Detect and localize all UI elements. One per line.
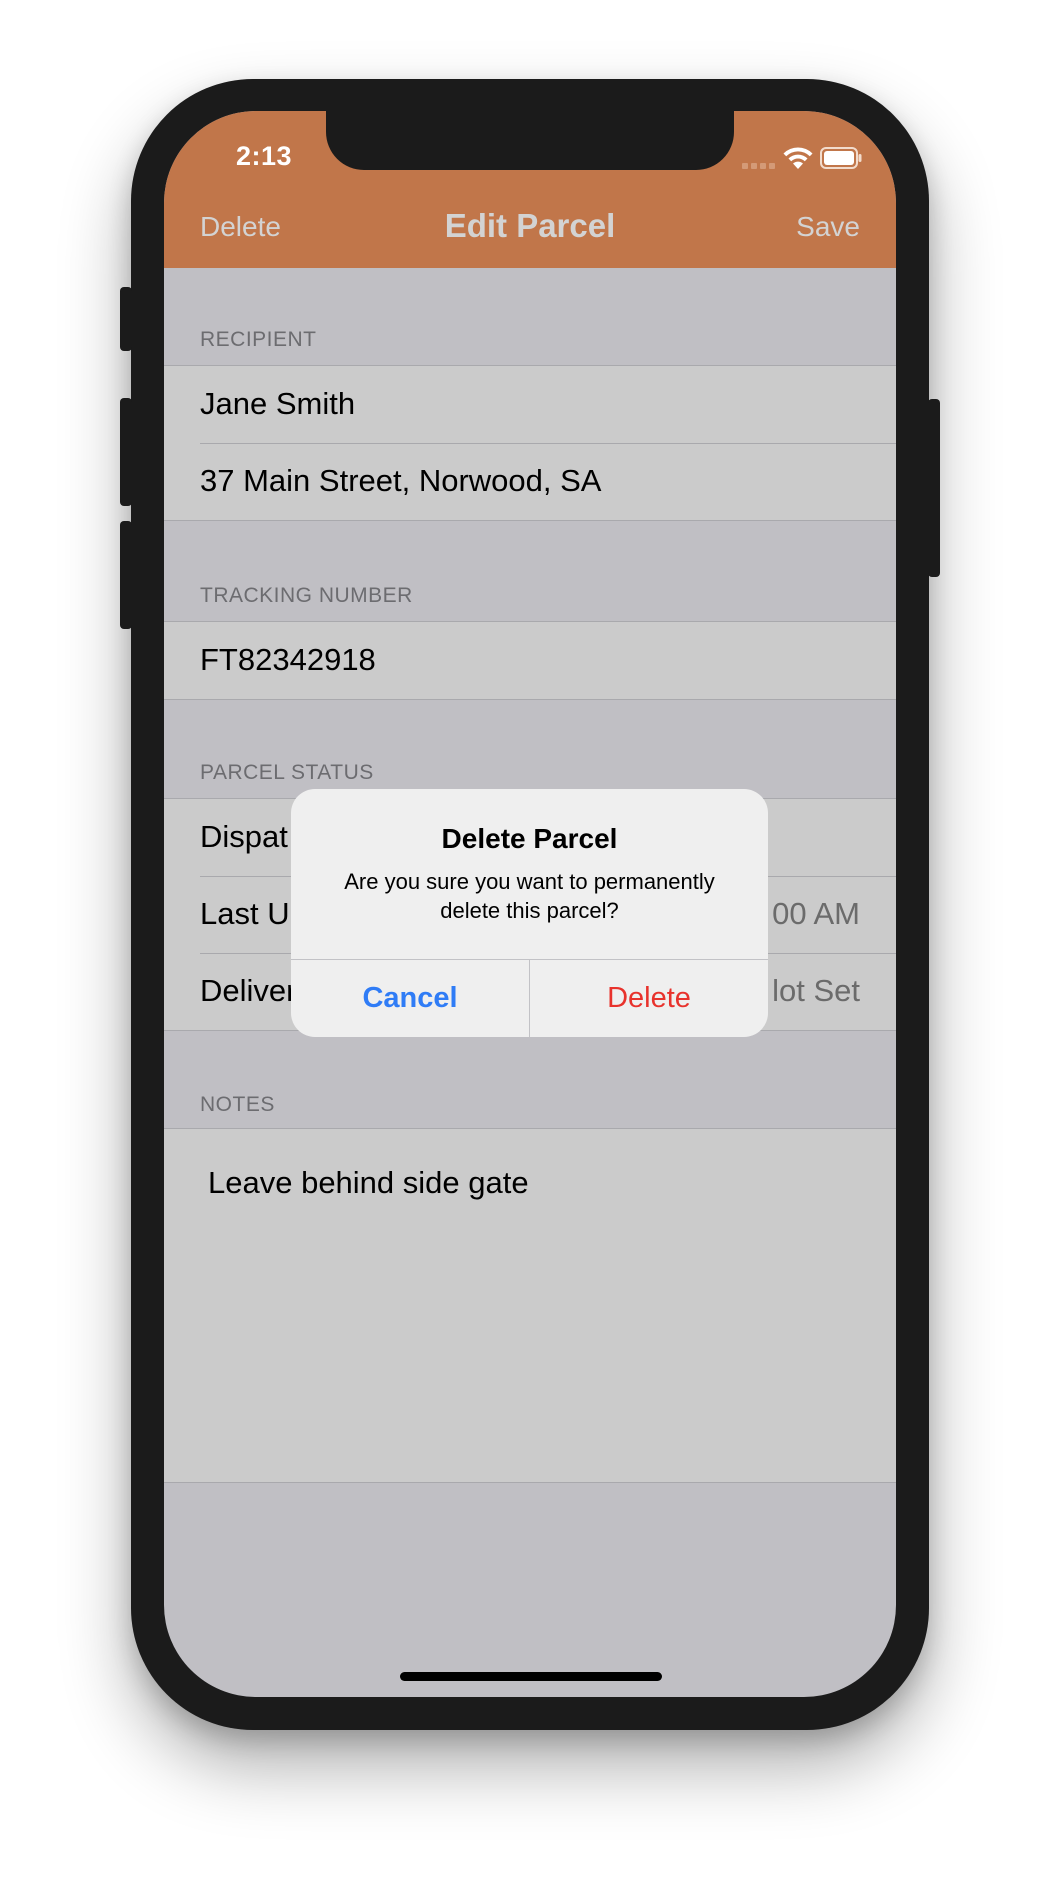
tracking-number-row[interactable]: FT82342918	[164, 622, 896, 699]
notes-text-area[interactable]: Leave behind side gate	[164, 1128, 896, 1483]
delete-button[interactable]: Delete	[530, 960, 768, 1037]
recipient-name-row[interactable]: Jane Smith	[164, 366, 896, 443]
notes-section-header: NOTES	[200, 1093, 275, 1116]
screen: 2:13 Delete Edit Parcel Save RECIPIENT J…	[164, 111, 896, 1697]
power-button	[928, 399, 940, 577]
delivered-label: Deliver	[200, 973, 297, 1008]
alert-title: Delete Parcel	[441, 823, 618, 854]
last-updated-value: 00 AM	[772, 896, 860, 931]
notes-text: Leave behind side gate	[208, 1165, 529, 1200]
tracking-group: FT82342918	[164, 621, 896, 700]
recipient-name: Jane Smith	[200, 386, 356, 421]
recipient-group: Jane Smith 37 Main Street, Norwood, SA	[164, 365, 896, 521]
page-title: Edit Parcel	[444, 207, 616, 244]
tracking-number: FT82342918	[200, 642, 376, 677]
cellular-signal-icon	[742, 159, 778, 169]
notch	[326, 111, 734, 170]
dispatched-label: Dispat	[200, 819, 288, 854]
delivered-value: lot Set	[772, 973, 860, 1008]
delete-confirmation-alert: Delete Parcel Are you sure you want to p…	[291, 789, 768, 1037]
recipient-address: 37 Main Street, Norwood, SA	[200, 463, 602, 498]
home-indicator[interactable]	[400, 1672, 662, 1681]
silent-switch	[120, 287, 132, 351]
recipient-address-row[interactable]: 37 Main Street, Norwood, SA	[164, 443, 896, 520]
last-updated-label: Last U	[200, 896, 290, 931]
status-time: 2:13	[235, 141, 293, 171]
battery-icon	[820, 147, 862, 169]
cancel-button[interactable]: Cancel	[291, 960, 529, 1037]
save-nav-button[interactable]: Save	[796, 211, 860, 243]
alert-message: Are you sure you want to permanently del…	[344, 869, 715, 923]
status-section-header: PARCEL STATUS	[200, 761, 374, 784]
volume-down-button	[120, 521, 132, 629]
recipient-section-header: RECIPIENT	[200, 328, 317, 351]
tracking-section-header: TRACKING NUMBER	[200, 584, 413, 607]
volume-up-button	[120, 398, 132, 506]
wifi-icon	[783, 147, 813, 169]
